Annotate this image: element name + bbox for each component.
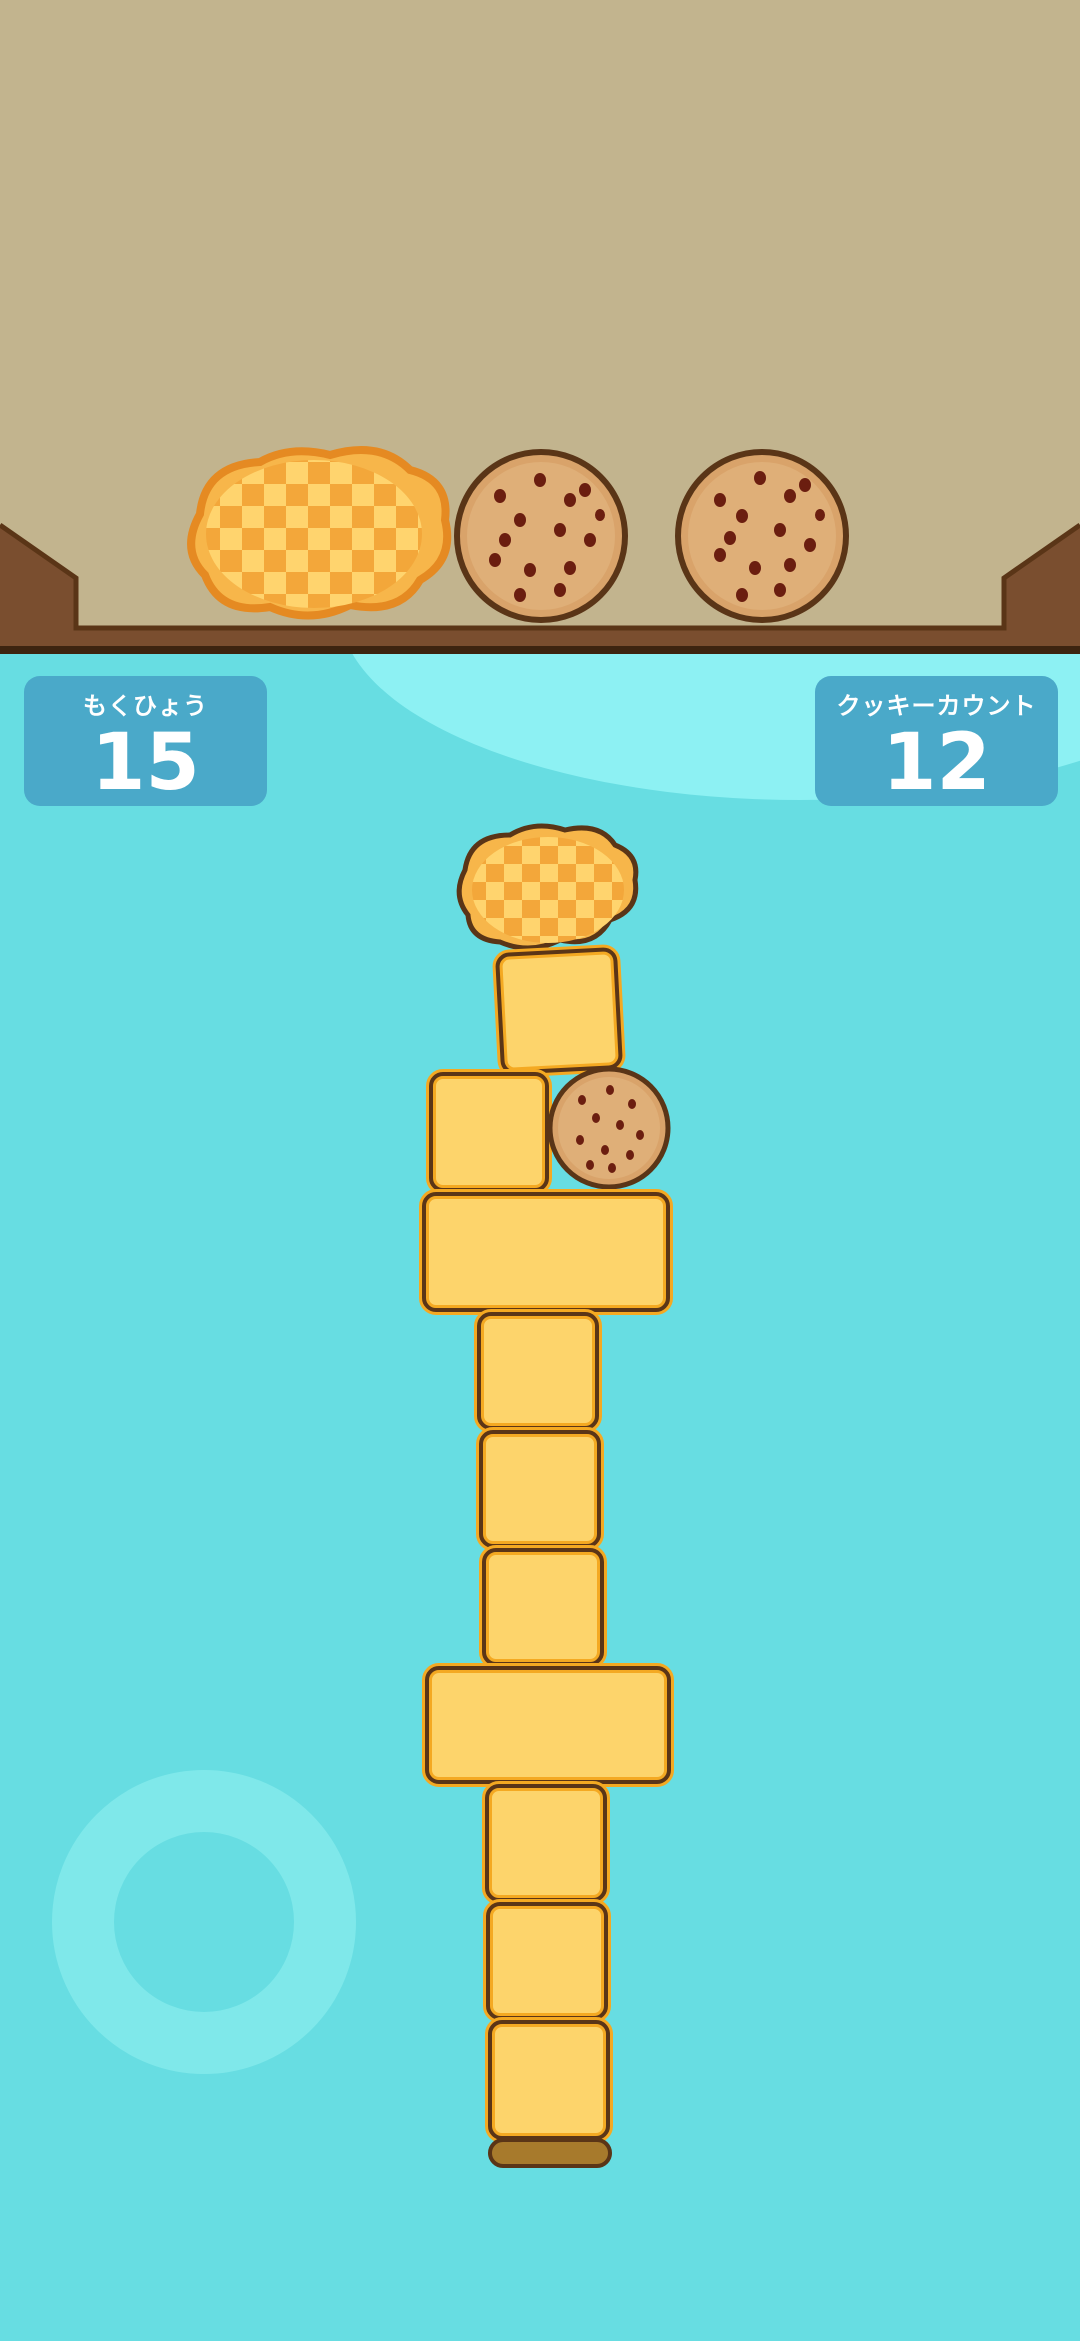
- tower-block-6: [482, 1781, 610, 1905]
- cookie-count-value: 12: [882, 718, 991, 808]
- tower-block-5: [479, 1545, 607, 1669]
- goal-label: もくひょう: [83, 692, 208, 720]
- virtual-joystick[interactable]: [52, 1770, 356, 2074]
- goal-value: 15: [91, 718, 200, 808]
- queue-cookie-1[interactable]: [454, 449, 628, 623]
- queue-melon-pan[interactable]: [187, 446, 452, 620]
- tower-block-wide-1: [419, 1189, 673, 1315]
- tower-block-1: [492, 944, 626, 1078]
- tower-block-7: [483, 1899, 611, 2023]
- tower-block-wide-2: [422, 1663, 674, 1787]
- tower-base: [488, 2138, 612, 2168]
- tower-block-8: [485, 2017, 613, 2143]
- tower-block-2: [426, 1069, 552, 1195]
- goal-panel: もくひょう 15: [24, 676, 267, 806]
- tower-block-3: [474, 1309, 602, 1433]
- cookie-count-panel: クッキーカウント 12: [815, 676, 1058, 806]
- cookie-count-label: クッキーカウント: [836, 692, 1037, 720]
- queue-cookie-2[interactable]: [675, 449, 849, 623]
- tower-cookie: [547, 1066, 671, 1190]
- tower-block-4: [476, 1427, 604, 1551]
